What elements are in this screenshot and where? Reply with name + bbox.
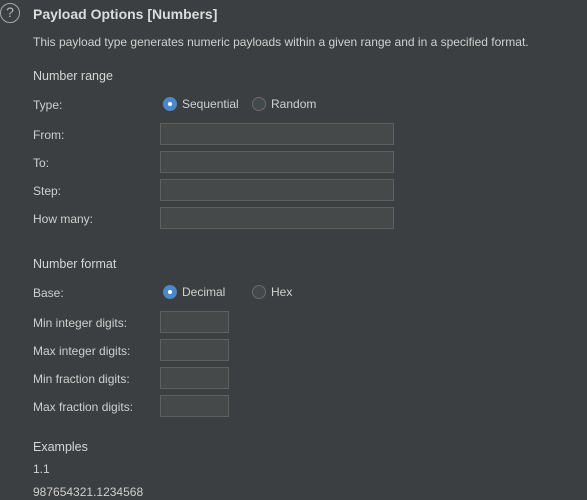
examples-heading: Examples xyxy=(33,440,88,454)
step-label: Step: xyxy=(33,184,62,198)
radio-selected-indicator xyxy=(163,285,177,299)
number-format-heading: Number format xyxy=(33,257,117,271)
base-decimal-radio[interactable]: Decimal xyxy=(163,285,225,299)
radio-unselected-indicator xyxy=(252,97,266,111)
how-many-field[interactable] xyxy=(160,207,394,229)
type-sequential-label: Sequential xyxy=(182,97,239,111)
max-integer-digits-field[interactable] xyxy=(160,339,229,361)
radio-selected-indicator xyxy=(163,97,177,111)
panel-title: Payload Options [Numbers] xyxy=(33,6,218,22)
max-fraction-digits-label: Max fraction digits: xyxy=(33,400,134,414)
how-many-label: How many: xyxy=(33,212,94,226)
from-field[interactable] xyxy=(160,123,394,145)
base-label: Base: xyxy=(33,286,64,300)
base-decimal-label: Decimal xyxy=(182,285,226,299)
min-integer-digits-field[interactable] xyxy=(160,311,229,333)
max-integer-digits-label: Max integer digits: xyxy=(33,344,131,358)
type-random-label: Random xyxy=(271,97,317,111)
radio-unselected-indicator xyxy=(252,285,266,299)
base-hex-label: Hex xyxy=(271,285,293,299)
base-hex-radio[interactable]: Hex xyxy=(252,285,292,299)
to-field[interactable] xyxy=(160,151,394,173)
type-random-radio[interactable]: Random xyxy=(252,97,316,111)
type-label: Type: xyxy=(33,98,63,112)
panel-description: This payload type generates numeric payl… xyxy=(33,35,529,49)
min-fraction-digits-field[interactable] xyxy=(160,367,229,389)
type-sequential-radio[interactable]: Sequential xyxy=(163,97,239,111)
to-label: To: xyxy=(33,156,50,170)
help-icon[interactable]: ? xyxy=(0,3,20,23)
max-fraction-digits-field[interactable] xyxy=(160,395,229,417)
example-value: 1.1 xyxy=(33,462,50,476)
from-label: From: xyxy=(33,128,65,142)
step-field[interactable] xyxy=(160,179,394,201)
min-integer-digits-label: Min integer digits: xyxy=(33,316,128,330)
min-fraction-digits-label: Min fraction digits: xyxy=(33,372,130,386)
number-range-heading: Number range xyxy=(33,69,113,83)
example-value: 987654321.1234568 xyxy=(33,485,144,499)
payload-options-panel: ? Payload Options [Numbers] This payload… xyxy=(0,0,587,500)
